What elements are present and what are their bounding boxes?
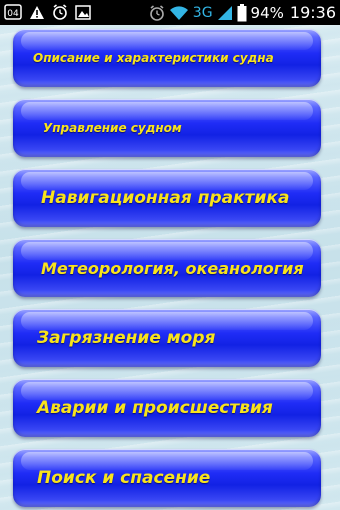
- image-icon: [75, 4, 91, 20]
- menu-button-sea-pollution[interactable]: Загрязнение моря: [13, 309, 321, 367]
- sim-icon: 04: [4, 4, 22, 20]
- menu-button-label: Поиск и спасение: [37, 468, 211, 488]
- wifi-icon: [169, 5, 188, 20]
- menu-button-label: Описание и характеристики судна: [33, 51, 274, 65]
- menu-button-label: Загрязнение моря: [37, 328, 216, 348]
- menu-button-label: Аварии и происшествия: [37, 398, 273, 418]
- menu-button-vessel-description[interactable]: Описание и характеристики судна: [13, 29, 321, 87]
- alarm-icon: [53, 4, 67, 20]
- status-left-icons: 04: [4, 4, 91, 20]
- signal-icon: [217, 5, 232, 20]
- menu-button-ship-handling[interactable]: Управление судном: [13, 99, 321, 157]
- svg-text:04: 04: [7, 9, 19, 19]
- menu-button-label: Метеорология, океанология: [41, 258, 304, 278]
- network-type: 3G: [192, 4, 213, 21]
- menu-button-meteorology[interactable]: Метеорология, океанология: [13, 239, 321, 297]
- status-right-icons: 3G 94% 19:36: [149, 2, 336, 23]
- menu-button-search-rescue[interactable]: Поиск и спасение: [13, 449, 321, 507]
- alarm-icon: [149, 4, 164, 21]
- battery-percent: 94%: [250, 3, 284, 22]
- menu-button-navigation-practice[interactable]: Навигационная практика: [13, 169, 321, 227]
- menu-button-label: Управление судном: [43, 121, 182, 135]
- warning-icon: [30, 5, 44, 19]
- status-bar: 04 3G 94% 19:36: [0, 0, 340, 25]
- menu-button-accidents[interactable]: Аварии и происшествия: [13, 379, 321, 437]
- menu-button-label: Навигационная практика: [41, 188, 290, 208]
- battery-icon: [237, 3, 247, 21]
- clock: 19:36: [289, 3, 336, 22]
